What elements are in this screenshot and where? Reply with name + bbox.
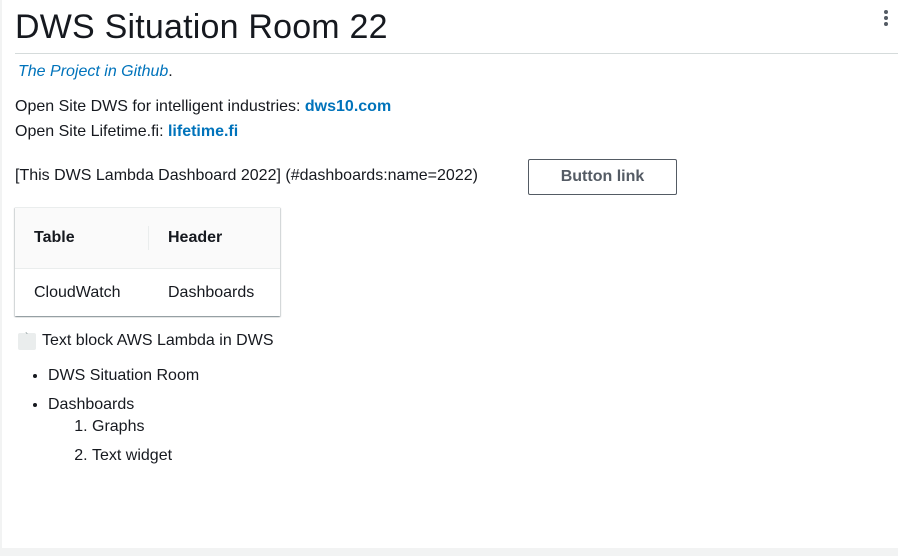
sublist-item: Text widget: [92, 446, 199, 466]
widget-actions-menu-icon[interactable]: [882, 10, 890, 28]
table-row: CloudWatch Dashboards: [15, 269, 280, 317]
dws-site-line: Open Site DWS for intelligent industries…: [15, 98, 391, 116]
inline-code-chip: `: [18, 332, 36, 350]
list-item: DWS Situation Room: [48, 366, 199, 386]
widget-title: DWS Situation Room 22: [15, 8, 388, 46]
sublist-item: Graphs: [92, 417, 199, 437]
github-link[interactable]: The Project in Github: [18, 63, 168, 80]
list-item: Dashboards Graphs Text widget: [48, 395, 199, 466]
code-block-line: ` Text block AWS Lambda in DWS: [18, 332, 274, 350]
table-header-cell: Table: [15, 208, 149, 269]
text-widget: DWS Situation Room 22 The Project in Git…: [2, 0, 898, 548]
lifetime-site-line: Open Site Lifetime.fi: lifetime.fi: [15, 123, 238, 141]
dashboard-link-text: [This DWS Lambda Dashboard 2022] (#dashb…: [15, 167, 478, 184]
numbered-sublist: Graphs Text widget: [48, 417, 199, 466]
bullet-list: DWS Situation Room Dashboards Graphs Tex…: [15, 366, 199, 475]
list-item-label: DWS Situation Room: [48, 367, 200, 384]
table-header-cell: Header: [149, 208, 280, 269]
markdown-table: Table Header CloudWatch Dashboards: [15, 207, 280, 316]
table-cell: Dashboards: [168, 283, 255, 301]
list-item-label: Dashboards: [48, 396, 135, 413]
table-cell: CloudWatch: [34, 283, 121, 301]
github-line: The Project in Github.: [18, 63, 173, 81]
lifetime-link[interactable]: lifetime.fi: [168, 123, 238, 140]
code-block-text: Text block AWS Lambda in DWS: [42, 332, 274, 349]
dws10-link[interactable]: dws10.com: [305, 98, 391, 115]
title-divider: [15, 53, 898, 54]
lifetime-site-label: Open Site Lifetime.fi:: [15, 123, 168, 140]
button-link[interactable]: Button link: [528, 159, 677, 195]
github-suffix: .: [168, 63, 173, 80]
dws-site-label: Open Site DWS for intelligent industries…: [15, 98, 305, 115]
